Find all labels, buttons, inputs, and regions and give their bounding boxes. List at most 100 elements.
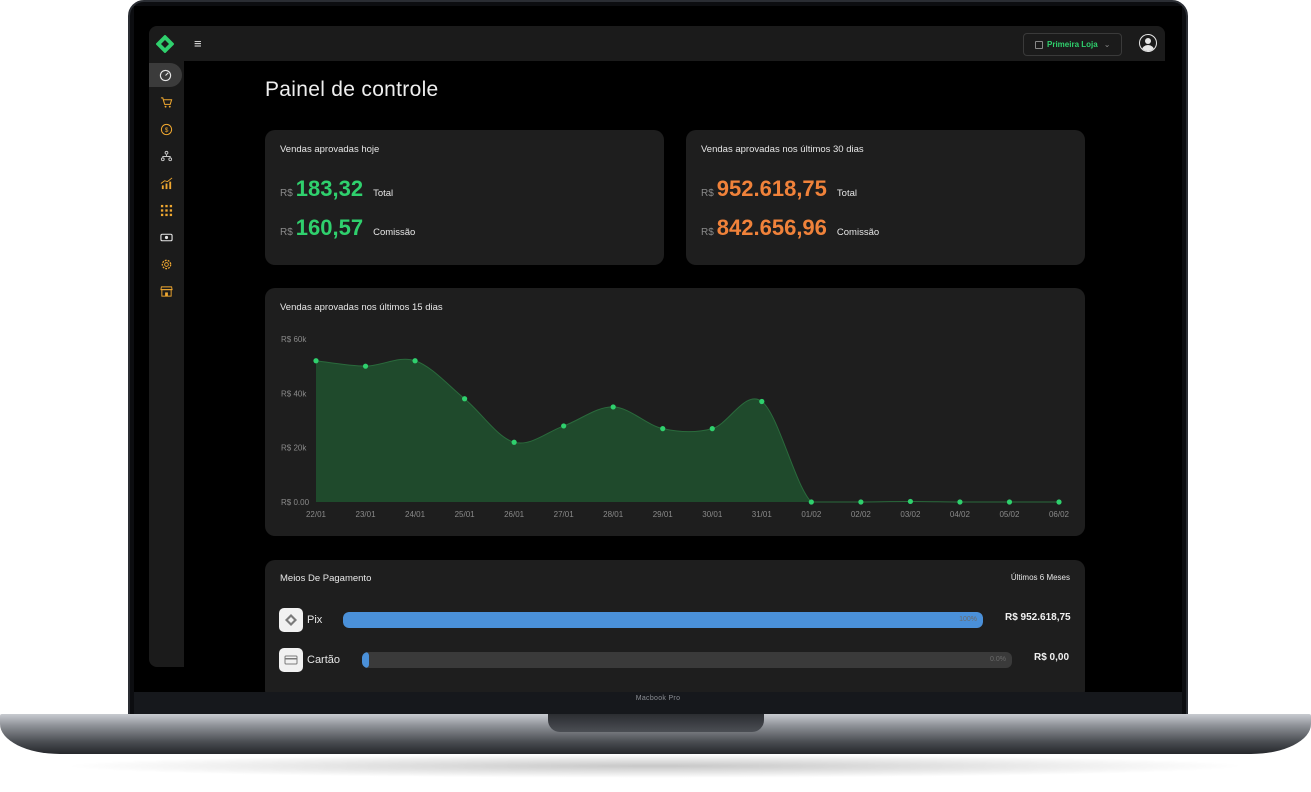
chart-point[interactable]	[1056, 499, 1062, 505]
today-commission-label: Comissão	[373, 227, 416, 238]
x-tick-label: 26/01	[504, 510, 525, 519]
last30-commission: R$ 842.656,96 Comissão	[701, 215, 879, 241]
sidebar-item-settings[interactable]	[149, 252, 184, 276]
chart-point[interactable]	[660, 426, 666, 432]
chart-point[interactable]	[362, 363, 369, 369]
sales-chart-card: Vendas aprovadas nos últimos 15 dias R$ …	[265, 288, 1085, 536]
chart-point[interactable]	[1006, 499, 1013, 505]
payment-percent: 100%	[959, 616, 977, 623]
payment-amount: R$ 952.618,75	[1005, 612, 1071, 623]
sidebar-item-finance[interactable]: $	[149, 117, 184, 141]
x-tick-label: 22/01	[306, 510, 327, 519]
today-sales-card: Vendas aprovadas hoje R$ 183,32 Total R$…	[265, 130, 664, 265]
store-label: Primeira Loja	[1047, 40, 1098, 49]
dashboard-icon	[159, 69, 172, 81]
last30-commission-value: 842.656,96	[716, 215, 827, 240]
settings-icon	[161, 259, 172, 269]
today-total-value: 183,32	[295, 176, 364, 201]
user-avatar[interactable]	[1139, 34, 1157, 52]
chart-point[interactable]	[511, 439, 517, 445]
money-icon	[160, 233, 173, 241]
sidebar-item-withdrawals[interactable]	[149, 225, 184, 249]
apps-icon	[160, 204, 173, 216]
chart-point[interactable]	[759, 398, 765, 405]
laptop-notch	[548, 714, 764, 732]
last30-commission-label: Comissão	[836, 227, 880, 238]
chart-point[interactable]	[313, 358, 319, 364]
top-bar: ≡ Primeira Loja ⌄	[149, 26, 1165, 61]
x-tick-label: 27/01	[554, 510, 575, 519]
chart-point[interactable]	[858, 499, 864, 505]
sales-area-chart: R$ 0.00 R$ 20k R$ 40k R$ 60k 22/01 23/01 24/01…	[281, 335, 1070, 519]
y-tick-label: R$ 20k	[281, 444, 307, 453]
x-tick-label: 06/02	[1049, 510, 1070, 519]
currency-label: R$	[701, 188, 714, 199]
x-tick-label: 01/02	[801, 510, 822, 519]
currency-label: R$	[280, 188, 293, 199]
chart-point[interactable]	[709, 426, 715, 432]
screen: ≡ Primeira Loja ⌄ $ Painel de controle V…	[134, 6, 1182, 692]
chevron-down-icon: ⌄	[1103, 40, 1111, 49]
cart-icon	[160, 96, 173, 108]
x-tick-label: 05/02	[999, 510, 1020, 519]
today-card-title: Vendas aprovadas hoje	[280, 144, 380, 155]
y-tick-label: R$ 60k	[281, 335, 307, 344]
page-title: Painel de controle	[265, 78, 439, 101]
y-tick-label: R$ 0.00	[281, 498, 310, 507]
x-tick-label: 31/01	[752, 510, 773, 519]
payment-amount: R$ 0,00	[1034, 652, 1070, 663]
payment-percent: 0.0%	[990, 656, 1006, 663]
sidebar-item-affiliates[interactable]	[149, 144, 184, 168]
device-label: Macbook Pro	[635, 695, 681, 702]
payment-progress-fill	[343, 612, 983, 628]
today-total: R$ 183,32 Total	[280, 176, 393, 202]
hamburger-menu-icon[interactable]: ≡	[194, 37, 206, 51]
chart-point[interactable]	[808, 499, 814, 505]
x-tick-label: 30/01	[702, 510, 723, 519]
payment-row-card: Cartão 0.0% R$ 0,00	[279, 648, 1069, 672]
chart-point[interactable]	[412, 358, 418, 364]
last30-sales-card: Vendas aprovadas nos últimos 30 dias R$ …	[686, 130, 1085, 265]
last30-total-value: 952.618,75	[716, 176, 827, 201]
chart-point[interactable]	[957, 499, 963, 505]
store-icon	[160, 285, 173, 297]
sidebar-item-store[interactable]	[149, 279, 184, 303]
growth-icon	[160, 177, 173, 189]
chart-point[interactable]	[610, 404, 616, 410]
logo-icon	[156, 35, 174, 53]
payment-progress-bar: 100%	[343, 612, 983, 628]
chart-point[interactable]	[462, 396, 468, 402]
payments-title: Meios De Pagamento	[280, 573, 372, 584]
payment-progress-bar: 0.0%	[362, 652, 1012, 668]
last30-total: R$ 952.618,75 Total	[701, 176, 857, 202]
chart-area	[316, 359, 1059, 502]
x-tick-label: 04/02	[950, 510, 971, 519]
payment-row-pix: Pix 100% R$ 952.618,75	[279, 608, 1071, 632]
payment-methods-card: Meios De Pagamento Últimos 6 Meses Pix 1…	[265, 560, 1085, 692]
chart-point[interactable]	[561, 423, 567, 429]
payments-period-selector[interactable]: Últimos 6 Meses	[1011, 573, 1070, 582]
today-total-label: Total	[373, 188, 394, 199]
chart-point[interactable]	[907, 498, 914, 505]
sidebar-item-dashboard[interactable]	[149, 63, 182, 87]
sidebar-item-reports[interactable]	[149, 171, 184, 195]
last30-card-title: Vendas aprovadas nos últimos 30 dias	[701, 144, 864, 155]
laptop-shadow	[60, 754, 1250, 778]
card-icon	[279, 648, 303, 672]
currency-label: R$	[280, 227, 293, 238]
x-tick-label: 24/01	[405, 510, 426, 519]
payment-progress-fill	[362, 652, 369, 668]
payment-name: Cartão	[307, 654, 341, 666]
today-commission: R$ 160,57 Comissão	[280, 215, 415, 241]
today-commission-value: 160,57	[295, 215, 364, 240]
x-tick-label: 02/02	[851, 510, 872, 519]
x-tick-label: 23/01	[356, 510, 377, 519]
store-selector[interactable]: Primeira Loja ⌄	[1023, 33, 1122, 56]
sidebar-item-apps[interactable]	[149, 198, 184, 222]
pix-icon	[279, 608, 303, 632]
x-tick-label: 29/01	[653, 510, 674, 519]
sidebar-item-sales[interactable]	[149, 90, 184, 114]
affiliates-icon	[160, 150, 173, 161]
x-tick-label: 28/01	[603, 510, 624, 519]
laptop-chin: Macbook Pro	[134, 692, 1182, 714]
